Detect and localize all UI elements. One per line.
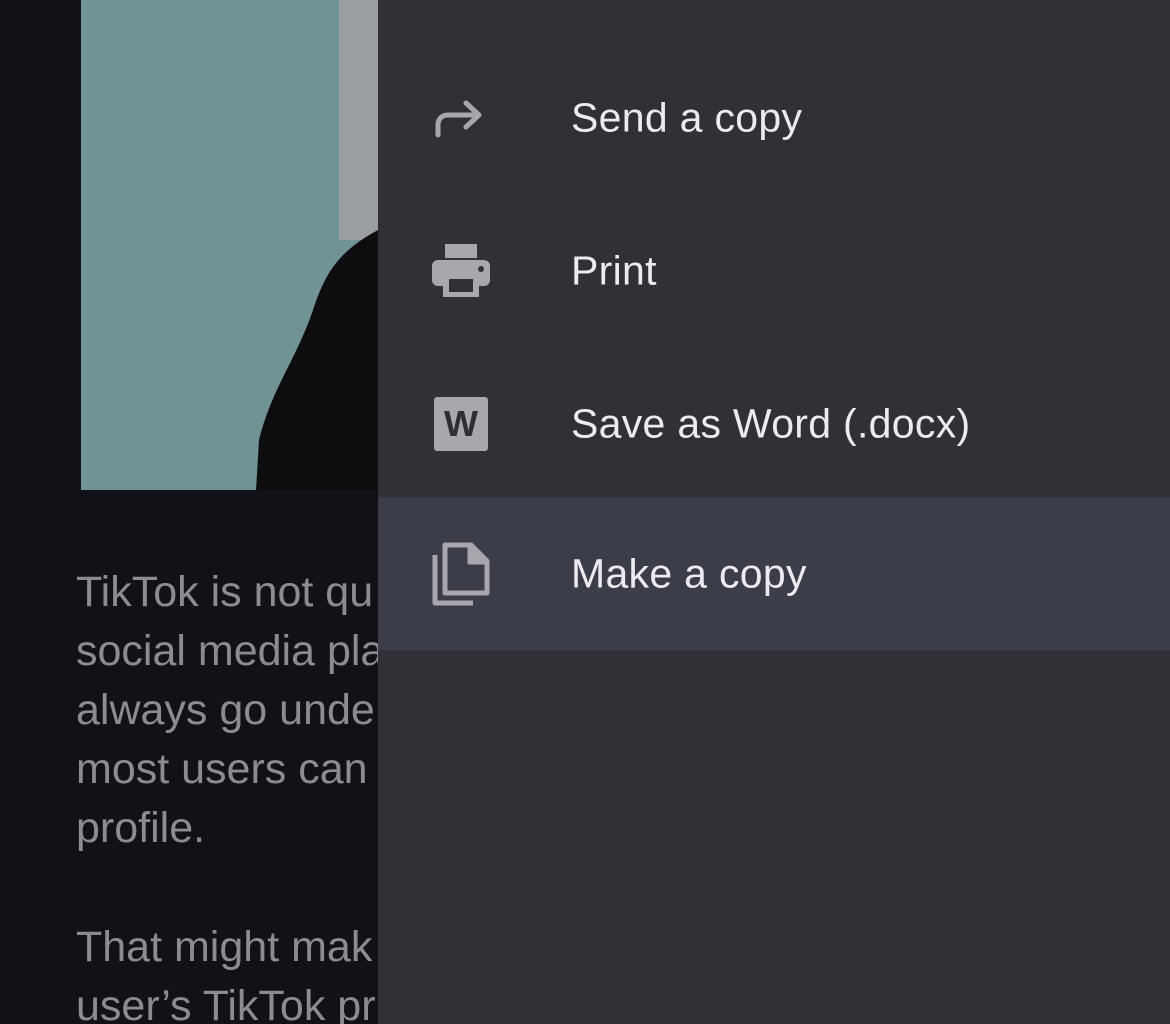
share-export-menu: Send a copy Print W Save as Word (.docx)	[378, 0, 1170, 1024]
article-image	[81, 0, 378, 490]
print-item[interactable]: Print	[378, 194, 1170, 347]
copy-document-icon	[430, 542, 492, 605]
forward-arrow-icon	[430, 87, 492, 149]
make-a-copy-item[interactable]: Make a copy	[378, 497, 1170, 650]
printer-icon	[430, 240, 492, 302]
make-a-copy-label: Make a copy	[571, 550, 807, 596]
word-doc-icon: W	[430, 393, 492, 455]
send-a-copy-label: Send a copy	[571, 94, 803, 140]
send-a-copy-item[interactable]: Send a copy	[378, 41, 1170, 194]
word-letter: W	[434, 396, 488, 451]
article-photo	[81, 0, 378, 490]
print-label: Print	[571, 247, 657, 293]
save-as-word-label: Save as Word (.docx)	[571, 400, 971, 446]
screen: TikTok is not qu social media pla always…	[0, 0, 1170, 1024]
save-as-word-item[interactable]: W Save as Word (.docx)	[378, 347, 1170, 500]
